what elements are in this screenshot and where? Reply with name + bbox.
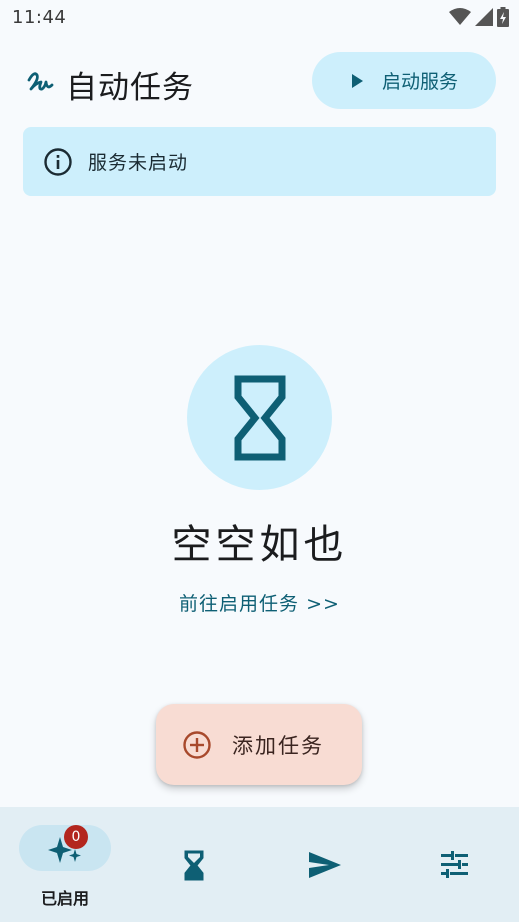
goto-enable-tasks-link[interactable]: 前往启用任务 >>: [0, 589, 519, 616]
signal-icon: [475, 8, 493, 26]
start-service-label: 启动服务: [381, 71, 458, 93]
hourglass-icon: [184, 850, 204, 881]
add-circle-icon: [183, 730, 211, 759]
app-logo-icon: [27, 72, 54, 91]
nav-item-settings[interactable]: [390, 807, 519, 922]
play-icon: [351, 73, 363, 88]
status-time: 11:44: [12, 7, 67, 28]
nav-item-label: 已启用: [40, 889, 89, 908]
info-icon: [44, 147, 72, 176]
nav-item-pending[interactable]: [130, 807, 260, 922]
status-bar: 11:44: [0, 0, 519, 36]
wifi-icon: [449, 8, 471, 25]
bottom-navigation: 0 已启用: [0, 807, 519, 922]
start-service-button[interactable]: 启动服务: [312, 52, 496, 109]
service-status-banner: 服务未启动: [23, 127, 496, 196]
tune-icon: [441, 851, 468, 878]
empty-state-illustration: [187, 345, 332, 490]
add-task-label: 添加任务: [232, 733, 324, 758]
app-header: 自动任务 启动服务: [0, 44, 519, 120]
status-icons: [449, 7, 509, 27]
nav-item-enabled[interactable]: 0 已启用: [0, 807, 130, 922]
send-icon: [309, 852, 341, 878]
enabled-count-badge: 0: [64, 825, 88, 849]
hourglass-icon: [234, 375, 285, 460]
page-title: 自动任务: [66, 70, 194, 106]
nav-item-send[interactable]: [260, 807, 390, 922]
empty-state-title: 空空如也: [171, 522, 348, 568]
add-task-button[interactable]: 添加任务: [156, 704, 362, 785]
battery-icon: [497, 7, 509, 27]
banner-text: 服务未启动: [88, 152, 189, 174]
